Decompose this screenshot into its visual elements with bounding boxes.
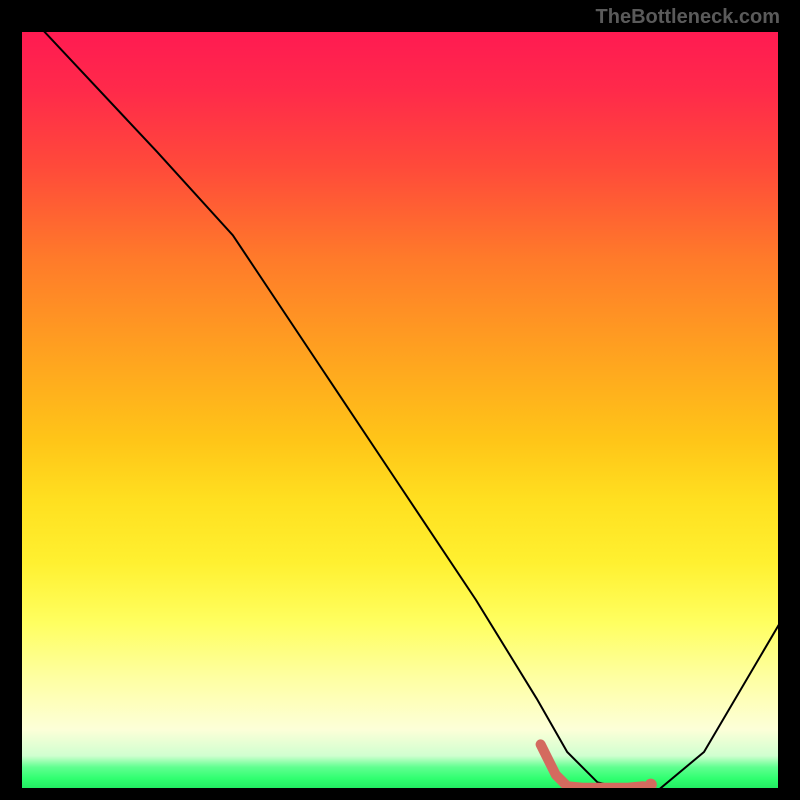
optimal-point-dot — [645, 779, 657, 790]
chart-svg — [20, 30, 780, 790]
attribution-label: TheBottleneck.com — [596, 6, 780, 29]
optimal-range-band — [541, 744, 644, 787]
bottleneck-curve — [43, 30, 780, 790]
